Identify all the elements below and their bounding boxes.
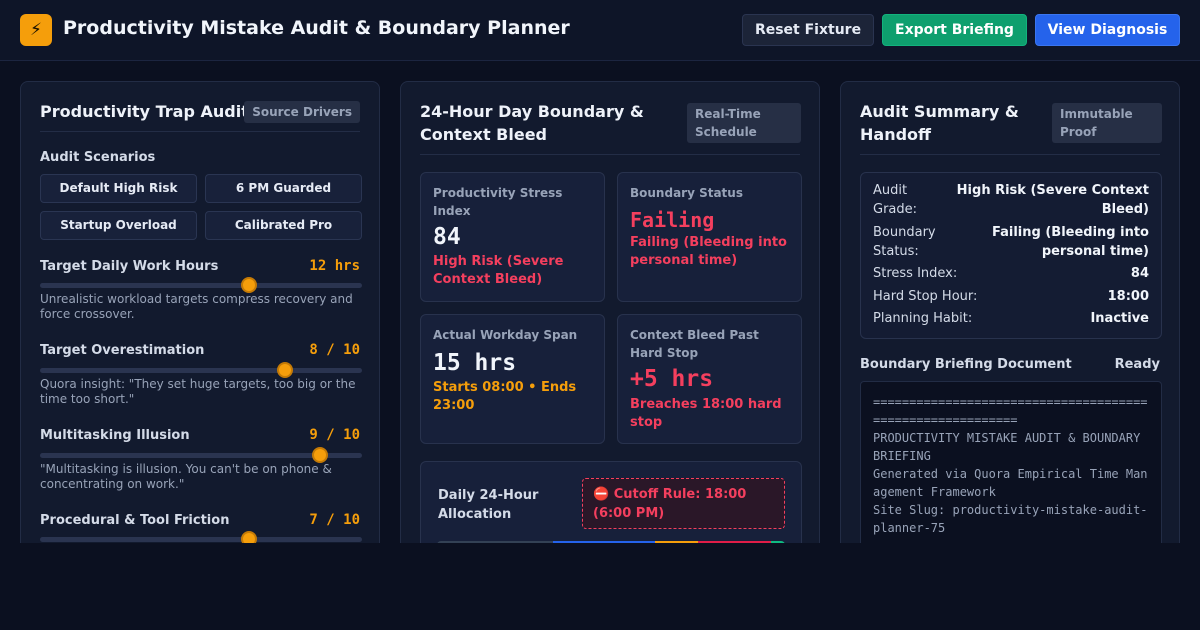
stress-index-card: Productivity Stress Index 84 High Risk (…: [420, 172, 605, 302]
card-label: Productivity Stress Index: [433, 186, 563, 218]
immutable-proof-badge: Immutable Proof: [1052, 103, 1162, 143]
summary-table: Audit Grade: High Risk (Severe Context B…: [860, 172, 1162, 339]
summary-key: Planning Habit:: [873, 311, 973, 326]
slider-label: Multitasking Illusion: [40, 428, 190, 443]
card-label: Boundary Status: [630, 186, 743, 200]
view-diagnosis-button[interactable]: View Diagnosis: [1035, 14, 1180, 46]
summary-value: Inactive: [1090, 311, 1149, 326]
card-label: Actual Workday Span: [433, 328, 578, 342]
summary-key: Audit Grade:: [873, 183, 918, 217]
slider-hint: Unrealistic workload targets compress re…: [40, 292, 353, 321]
allocation-label: Daily 24-Hour Allocation: [438, 488, 539, 522]
slider-label: Target Overestimation: [40, 343, 205, 358]
card-label: Context Bleed Past Hard Stop: [630, 328, 759, 360]
summary-value: High Risk (Severe Context Bleed): [956, 183, 1149, 217]
procedural-tool-friction-slider[interactable]: [40, 531, 362, 547]
panel-title: Audit Summary & Handoff: [860, 102, 1019, 144]
workday-span-value: 15 hrs: [433, 350, 517, 376]
briefing-document-label: Boundary Briefing Document: [860, 357, 1072, 372]
context-bleed-value: +5 hrs: [630, 366, 714, 392]
slider-value: 9 / 10: [309, 427, 360, 443]
audit-scenarios-label: Audit Scenarios: [40, 150, 156, 165]
summary-row: Boundary Status: Failing (Bleeding into …: [873, 223, 1149, 263]
card-subtext: Failing (Bleeding into personal time): [630, 235, 787, 268]
app-title: Productivity Mistake Audit & Boundary Pl…: [63, 17, 570, 39]
slider-value: 7 / 10: [309, 512, 360, 528]
boundary-status-value: Failing: [630, 208, 715, 232]
slider-thumb[interactable]: [312, 447, 329, 463]
target-overestimation-slider[interactable]: [40, 362, 362, 378]
productivity-trap-audit-panel: Productivity Trap Audit Source Drivers A…: [20, 81, 380, 551]
reset-fixture-button[interactable]: Reset Fixture: [742, 14, 874, 46]
daily-allocation-card: Daily 24-Hour Allocation ⛔ Cutoff Rule: …: [420, 461, 802, 550]
cutoff-rule-banner: ⛔ Cutoff Rule: 18:00 (6:00 PM): [582, 478, 785, 529]
target-daily-work-hours-slider[interactable]: [40, 277, 362, 293]
day-boundary-panel: 24-Hour Day Boundary & Context Bleed Rea…: [400, 81, 820, 551]
page-background: [0, 543, 1200, 630]
card-subtext: Starts 08:00 • Ends 23:00: [433, 380, 577, 413]
scenario-calibrated-pro-button[interactable]: Calibrated Pro: [205, 211, 362, 240]
source-drivers-badge: Source Drivers: [244, 101, 360, 123]
boundary-status-card: Boundary Status Failing Failing (Bleedin…: [617, 172, 802, 302]
summary-value: 84: [1130, 266, 1149, 281]
real-time-schedule-badge: Real-Time Schedule: [687, 103, 801, 143]
divider: [860, 154, 1160, 155]
panel-title: 24-Hour Day Boundary & Context Bleed: [420, 102, 644, 144]
briefing-document-text[interactable]: ========================================…: [860, 381, 1162, 550]
scenario-default-high-risk-button[interactable]: Default High Risk: [40, 174, 197, 203]
slider-thumb[interactable]: [276, 362, 293, 378]
top-bar: ⚡ Productivity Mistake Audit & Boundary …: [0, 0, 1200, 61]
workday-span-card: Actual Workday Span 15 hrs Starts 08:00 …: [420, 314, 605, 444]
scenario-startup-overload-button[interactable]: Startup Overload: [40, 211, 197, 240]
slider-hint: "Multitasking is illusion. You can't be …: [40, 462, 332, 491]
briefing-status: Ready: [1114, 357, 1160, 372]
context-bleed-card: Context Bleed Past Hard Stop +5 hrs Brea…: [617, 314, 802, 444]
slider-thumb[interactable]: [241, 277, 258, 293]
lightning-icon: ⚡: [20, 14, 52, 46]
slider-hint: Quora insight: "They set huge targets, t…: [40, 377, 356, 406]
summary-value: 18:00: [1107, 289, 1149, 304]
summary-key: Stress Index:: [873, 266, 958, 281]
export-briefing-button[interactable]: Export Briefing: [882, 14, 1027, 46]
summary-row: Audit Grade: High Risk (Severe Context B…: [873, 181, 1149, 221]
card-subtext: Breaches 18:00 hard stop: [630, 397, 782, 430]
summary-key: Boundary Status:: [873, 225, 936, 259]
divider: [420, 154, 800, 155]
slider-label: Target Daily Work Hours: [40, 259, 219, 274]
divider: [40, 131, 360, 132]
panel-title: Productivity Trap Audit: [40, 102, 249, 121]
multitasking-illusion-slider[interactable]: [40, 447, 362, 463]
summary-key: Hard Stop Hour:: [873, 289, 978, 304]
scenario-6pm-guarded-button[interactable]: 6 PM Guarded: [205, 174, 362, 203]
card-subtext: High Risk (Severe Context Bleed): [433, 254, 564, 287]
audit-summary-panel: Audit Summary & Handoff Immutable Proof …: [840, 81, 1180, 551]
summary-value: Failing (Bleeding into personal time): [992, 225, 1149, 259]
slider-label: Procedural & Tool Friction: [40, 513, 230, 528]
slider-value: 12 hrs: [309, 258, 360, 274]
slider-value: 8 / 10: [309, 342, 360, 358]
stress-index-value: 84: [433, 224, 461, 250]
